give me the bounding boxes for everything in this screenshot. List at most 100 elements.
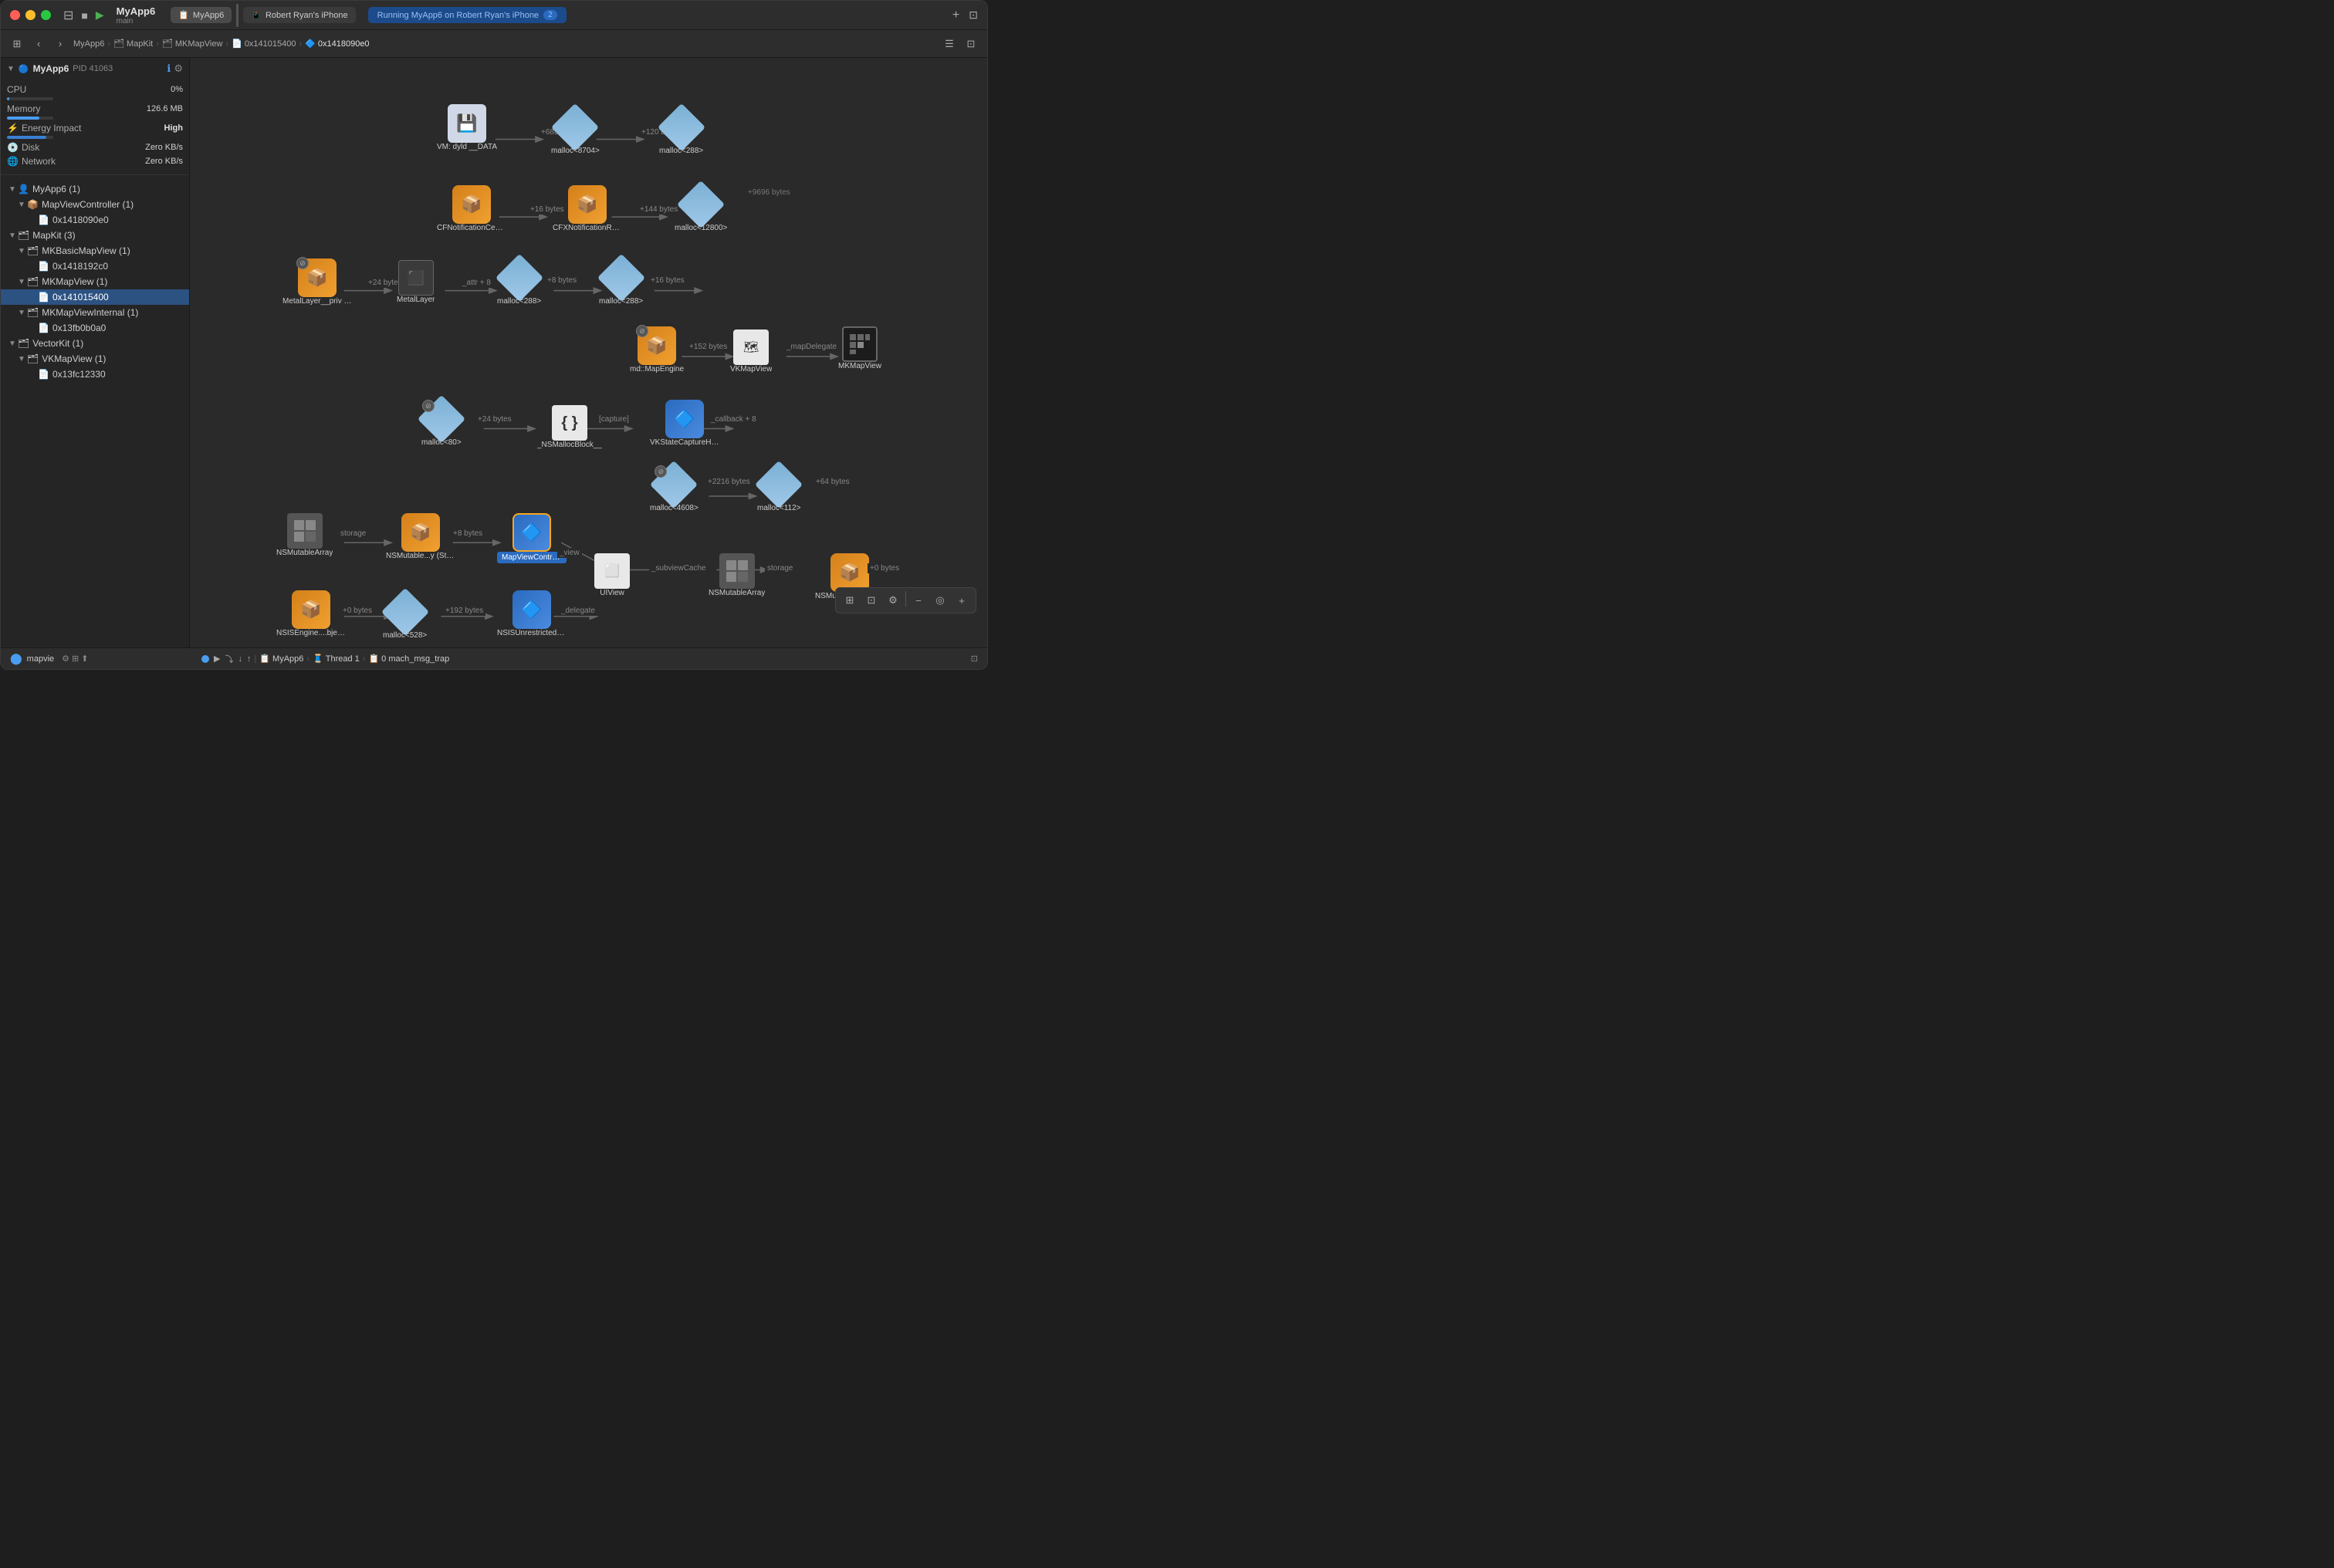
app-name: MyApp6 [117, 5, 156, 17]
node-cfnotif[interactable]: 📦 CFNotificationCenter [437, 185, 506, 232]
node-uiview[interactable]: ⬜ UIView [594, 553, 630, 597]
status-sep2: › [306, 654, 310, 664]
node-mkmapview-patt[interactable]: MKMapView [838, 326, 881, 370]
debug-icon: ⬤ [10, 652, 22, 665]
zoom-fit-icon[interactable]: ⊞ [841, 591, 859, 610]
node-malloc288-m1[interactable]: malloc<288> [497, 259, 541, 306]
energy-value: High [164, 123, 183, 133]
sidebar-item-myapp6[interactable]: ▼ 👤 MyApp6 (1) [1, 181, 189, 197]
tab-iphone[interactable]: 📱 Robert Ryan's iPhone [243, 7, 355, 23]
sidebar-item-0x13fb0b0a0[interactable]: 📄 0x13fb0b0a0 [1, 320, 189, 336]
sidebar-item-0x13fc12330[interactable]: 📄 0x13fc12330 [1, 367, 189, 382]
status-controls: ▶ ⤵ ↓ ↑ [214, 653, 251, 665]
mkmapview-icon: 🗂 [27, 276, 39, 287]
node-metal-priv[interactable]: 📦 ⊘ MetalLayer__priv (malloc) [282, 259, 352, 306]
sidebar-item-mapkit[interactable]: ▼ 🗂 MapKit (3) [1, 228, 189, 243]
forward-icon[interactable]: › [52, 35, 69, 52]
node-nsmutable-storage[interactable]: 📦 NSMutable...y (Storage) [386, 513, 455, 560]
mkinternal-icon: 🗂 [27, 307, 39, 318]
memory-label: Memory [7, 103, 40, 114]
back-icon[interactable]: ‹ [30, 35, 47, 52]
sidebar-item-mkinternal[interactable]: ▼ 🗂 MKMapViewInternal (1) [1, 305, 189, 320]
sidebar-item-0x1418090e0[interactable]: 📄 0x1418090e0 [1, 212, 189, 228]
graph-canvas[interactable]: 💾 VM: dyld __DATA +688 bytes malloc<8704… [190, 58, 987, 647]
addr2-label: 0x1418192c0 [52, 261, 108, 272]
step-into-icon[interactable]: ↓ [238, 654, 242, 664]
breadcrumb-item[interactable]: 📄 0x141015400 [232, 39, 296, 49]
stop-icon[interactable]: ■ [81, 9, 87, 22]
navigator-toggle-icon[interactable]: ⊞ [8, 35, 25, 52]
split-view-button[interactable]: ⊡ [969, 8, 978, 22]
edge-label: +0 bytes [868, 563, 901, 573]
node-metal-layer[interactable]: ⬛ MetalLayer [397, 260, 435, 304]
maximize-button[interactable] [41, 10, 51, 20]
edge-label: _subviewCache [649, 563, 709, 573]
network-value: Zero KB/s [145, 157, 183, 166]
step-out-icon[interactable]: ↑ [247, 654, 252, 664]
node-nsmutablearray-bot[interactable]: NSMutableArray [709, 553, 765, 597]
sidebar-item-vectorkit[interactable]: ▼ 🗂 VectorKit (1) [1, 336, 189, 351]
sidebar-item-mkbasic[interactable]: ▼ 🗂 MKBasicMapView (1) [1, 243, 189, 259]
node-nsmutablearray-top[interactable]: NSMutableArray [276, 513, 333, 557]
breadcrumb-item[interactable]: 🗂 MapKit [113, 39, 153, 49]
energy-label: ⚡ Energy Impact [7, 123, 81, 133]
addr3-icon: 📄 [38, 292, 49, 302]
process-settings-icon[interactable]: ⚙ [174, 63, 183, 75]
expand-icon[interactable]: ⊡ [971, 654, 978, 664]
edge-label: +16 bytes [648, 275, 687, 286]
run-icon[interactable]: ▶ [96, 8, 104, 22]
node-nsmallocblock[interactable]: { } _NSMallocBlock__ [537, 405, 602, 449]
node-malloc528[interactable]: malloc<528> [383, 593, 427, 640]
node-nsis-unres[interactable]: 🔷 NSISUnrestrictedVariable [497, 590, 567, 637]
breadcrumb-item[interactable]: 🗂 MKMapView [162, 39, 223, 49]
continue-icon[interactable]: ▶ [214, 654, 220, 664]
node-malloc12800[interactable]: malloc<12800> [675, 185, 727, 232]
node-malloc288-top[interactable]: malloc<288> [659, 108, 703, 155]
status-sep: | [254, 654, 256, 664]
node-malloc288-m2[interactable]: malloc<288> [599, 259, 643, 306]
process-header: ▼ 🔵 MyApp6 PID 41063 ℹ ⚙ [1, 58, 189, 79]
breadcrumb-item-active[interactable]: 🔷 0x1418090e0 [305, 39, 369, 49]
node-malloc8704[interactable]: malloc<8704> [551, 108, 600, 155]
node-mapviewctrl-main[interactable]: 🔷 MapViewController [497, 513, 567, 563]
zoom-reset-icon[interactable]: ◎ [931, 591, 949, 610]
zoom-out-icon[interactable]: − [909, 591, 928, 610]
sidebar-toggle-icon[interactable]: ⊟ [63, 8, 73, 23]
list-view-icon[interactable]: ☰ [941, 35, 958, 52]
step-over-icon[interactable]: ⤵ [225, 653, 233, 665]
node-malloc4608[interactable]: ⊘ malloc<4608> [650, 465, 699, 512]
node-md-engine[interactable]: 📦 ⊘ md::MapEngine [630, 326, 684, 373]
mkmapview-label: MKMapView (1) [42, 276, 107, 287]
edge-label: +2216 bytes [705, 477, 753, 487]
zoom-in-icon[interactable]: + [952, 591, 971, 610]
node-vm-dyld[interactable]: 💾 VM: dyld __DATA [437, 104, 497, 151]
sidebar-item-0x1418192c0[interactable]: 📄 0x1418192c0 [1, 259, 189, 274]
node-malloc112[interactable]: malloc<112> [757, 465, 801, 512]
grid-view-icon[interactable]: ⊡ [962, 35, 979, 52]
network-icon: 🌐 [7, 156, 19, 167]
mapkit-icon: 🗂 [18, 230, 29, 241]
sidebar-item-0x141015400[interactable]: 📄 0x141015400 [1, 289, 189, 305]
disk-label: 💿 Disk [7, 142, 39, 153]
mkinternal-label: MKMapViewInternal (1) [42, 307, 138, 318]
status-label: mapvie [27, 654, 54, 664]
tab-iphone-icon: 📱 [251, 10, 262, 20]
sidebar-item-vkmapview[interactable]: ▼ 🗂 VKMapView (1) [1, 351, 189, 367]
edge-label: +8 bytes [545, 275, 579, 286]
breadcrumb-item[interactable]: MyApp6 [73, 39, 104, 49]
zoom-options-icon[interactable]: ⚙ [884, 591, 902, 610]
node-malloc80[interactable]: ⊘ malloc<80> [421, 400, 462, 447]
node-nsis-engine[interactable]: 📦 NSISEngine....bjectTable) [276, 590, 346, 637]
status-bar-left: ⬤ mapvie ⚙ ⊞ ⬆ [10, 652, 195, 665]
close-button[interactable] [10, 10, 20, 20]
status-run-icon [201, 655, 209, 663]
sidebar-item-mapviewctrl[interactable]: ▼ 📦 MapViewController (1) [1, 197, 189, 212]
node-vkmapview[interactable]: 🗺 VKMapView [730, 329, 772, 373]
zoom-to-selection-icon[interactable]: ⊡ [862, 591, 881, 610]
sidebar-item-mkmapview[interactable]: ▼ 🗂 MKMapView (1) [1, 274, 189, 289]
vkmapview-icon: 🗂 [27, 353, 39, 364]
minimize-button[interactable] [25, 10, 36, 20]
node-cfxnotif[interactable]: 📦 CFXNotificationRegistrar [553, 185, 622, 232]
add-tab-button[interactable]: + [952, 8, 959, 22]
tab-myapp6[interactable]: 📋 MyApp6 [171, 7, 232, 23]
